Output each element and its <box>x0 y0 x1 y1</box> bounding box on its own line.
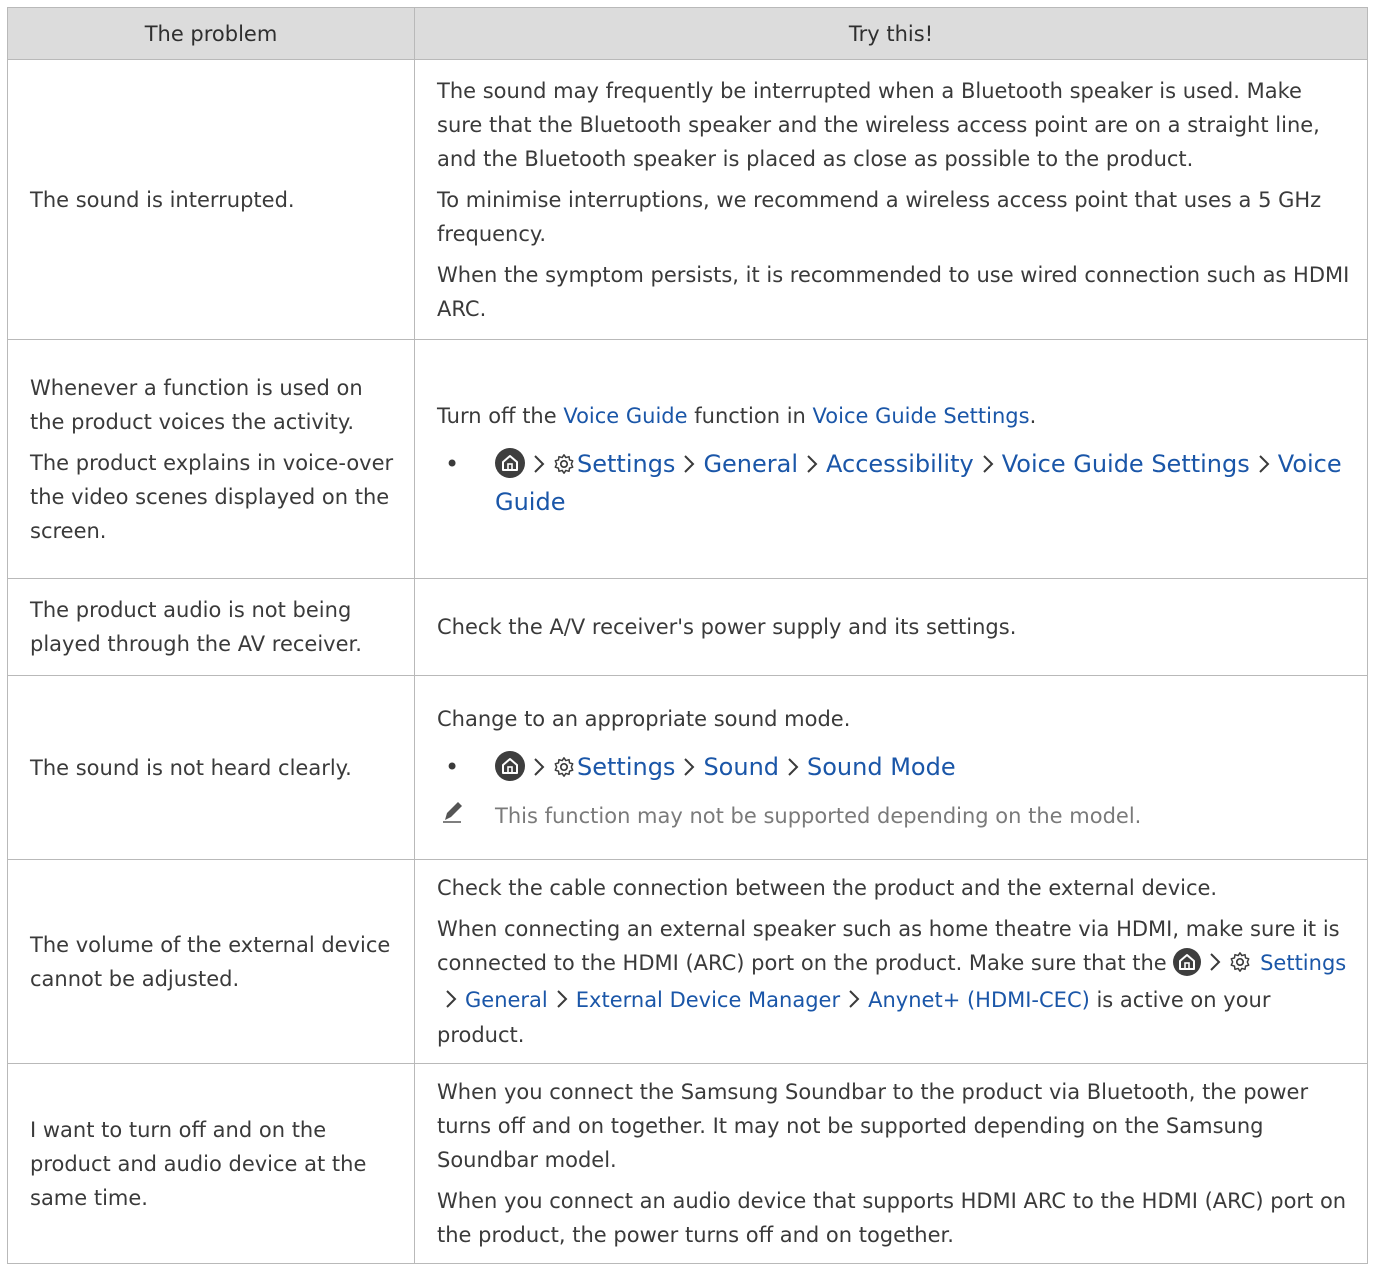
chevron-right-icon <box>982 448 994 483</box>
chevron-right-icon <box>683 448 695 483</box>
menu-path-bullet: • Settings General Accessibility Voice Guid… <box>437 447 1353 520</box>
solution-cell: The sound may frequently be interrupted … <box>414 59 1368 340</box>
home-icon <box>495 447 525 478</box>
problem-cell: I want to turn off and on the product an… <box>7 1063 415 1264</box>
solution-cell: Turn off the Voice Guide function in Voi… <box>414 339 1368 579</box>
solution-intro: Turn off the Voice Guide function in Voi… <box>437 403 1037 428</box>
gear-icon <box>1229 949 1251 983</box>
solution-text: Check the A/V receiver's power supply an… <box>437 615 1017 639</box>
note: This function may not be supported depen… <box>437 798 1353 834</box>
path-accessibility[interactable]: Accessibility <box>826 450 974 478</box>
problem-cell: The volume of the external device cannot… <box>7 859 415 1064</box>
table-row: The product audio is not being played th… <box>7 578 1368 676</box>
path-settings[interactable]: Settings <box>577 450 675 478</box>
chevron-right-icon <box>848 984 860 1018</box>
problem-text: The volume of the external device cannot… <box>30 932 391 991</box>
table-row: I want to turn off and on the product an… <box>7 1063 1368 1264</box>
path-settings[interactable]: Settings <box>1260 951 1346 975</box>
problem-text: I want to turn off and on the product an… <box>30 1117 367 1210</box>
chevron-right-icon <box>806 448 818 483</box>
note-text: This function may not be supported depen… <box>495 803 1142 828</box>
solution-cell: Check the A/V receiver's power supply an… <box>414 578 1368 676</box>
problem-text: The sound is not heard clearly. <box>30 755 352 780</box>
path-sound-mode[interactable]: Sound Mode <box>807 753 956 781</box>
chevron-right-icon <box>445 984 457 1018</box>
bullet-icon: • <box>445 449 460 478</box>
table-row: The volume of the external device cannot… <box>7 859 1368 1064</box>
path-general[interactable]: General <box>703 450 798 478</box>
gear-icon <box>553 753 575 788</box>
solution-cell: Check the cable connection between the p… <box>414 859 1368 1064</box>
menu-path-bullet: • Settings Sound Sound Mode <box>437 750 1353 788</box>
problem-text: The sound is interrupted. <box>30 187 295 212</box>
voice-guide-link[interactable]: Voice Guide <box>563 404 687 428</box>
path-voice-guide-settings[interactable]: Voice Guide Settings <box>1002 450 1250 478</box>
problem-cell: The sound is interrupted. <box>7 59 415 340</box>
header-problem: The problem <box>7 7 415 60</box>
path-sound[interactable]: Sound <box>703 753 779 781</box>
menu-path: Settings Sound Sound Mode <box>495 750 956 788</box>
solution-cell: Change to an appropriate sound mode. • S… <box>414 675 1368 860</box>
solution-detail: When connecting an external speaker such… <box>437 917 1347 1047</box>
gear-icon <box>553 450 575 485</box>
chevron-right-icon <box>1209 947 1221 981</box>
solution-text: Change to an appropriate sound mode. <box>437 706 851 731</box>
table-row: The sound is interrupted. The sound may … <box>7 59 1368 340</box>
troubleshooting-table: The problem Try this! The sound is inter… <box>7 7 1368 1264</box>
path-settings[interactable]: Settings <box>577 753 675 781</box>
chevron-right-icon <box>533 448 545 483</box>
bullet-icon: • <box>445 752 460 781</box>
voice-guide-settings-link[interactable]: Voice Guide Settings <box>813 404 1030 428</box>
home-icon <box>495 750 525 781</box>
table-row: The sound is not heard clearly. Change t… <box>7 675 1368 860</box>
problem-cell: The sound is not heard clearly. <box>7 675 415 860</box>
problem-cell: Whenever a function is used on the produ… <box>7 339 415 579</box>
table-row: Whenever a function is used on the produ… <box>7 339 1368 579</box>
table-header-row: The problem Try this! <box>7 7 1368 60</box>
chevron-right-icon <box>683 751 695 786</box>
problem-cell: The product audio is not being played th… <box>7 578 415 676</box>
menu-path: Settings General Accessibility Voice Guide … <box>495 447 1353 520</box>
path-general[interactable]: General <box>465 988 548 1012</box>
solution-text: Check the cable connection between the p… <box>437 876 1218 900</box>
solution-text: When you connect an audio device that su… <box>437 1189 1347 1247</box>
problem-text: Whenever a function is used on the produ… <box>30 375 363 434</box>
solution-text: When the symptom persists, it is recomme… <box>437 262 1350 321</box>
solution-text: The sound may frequently be interrupted … <box>437 78 1320 171</box>
chevron-right-icon <box>533 751 545 786</box>
chevron-right-icon <box>1258 448 1270 483</box>
home-icon <box>1173 948 1202 976</box>
chevron-right-icon <box>556 984 568 1018</box>
pencil-icon <box>437 798 495 834</box>
header-solution: Try this! <box>414 7 1368 60</box>
solution-cell: When you connect the Samsung Soundbar to… <box>414 1063 1368 1264</box>
solution-text: When you connect the Samsung Soundbar to… <box>437 1080 1309 1172</box>
problem-text: The product explains in voice-over the v… <box>30 450 394 543</box>
solution-text: To minimise interruptions, we recommend … <box>437 187 1322 246</box>
path-anynet[interactable]: Anynet+ (HDMI-CEC) <box>868 988 1090 1012</box>
path-external-device-manager[interactable]: External Device Manager <box>576 988 840 1012</box>
chevron-right-icon <box>787 751 799 786</box>
problem-text: The product audio is not being played th… <box>30 598 362 656</box>
